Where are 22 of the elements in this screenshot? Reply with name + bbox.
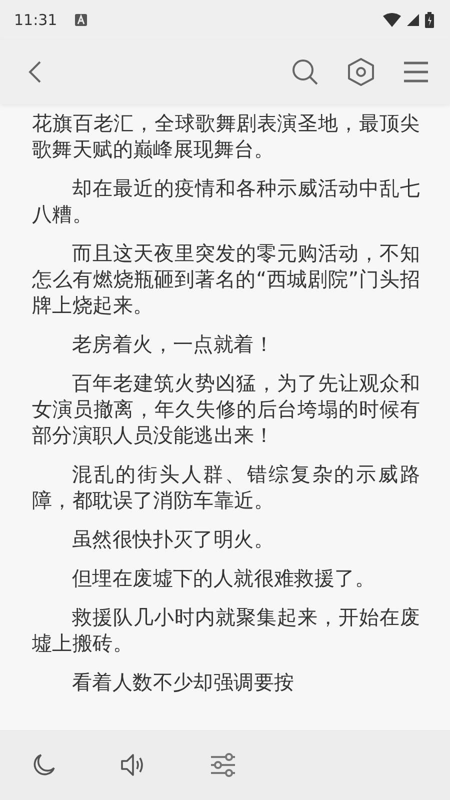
paragraph: 虽然很快扑灭了明火。 [71, 526, 275, 552]
battery-icon [425, 12, 434, 28]
paragraph: 混乱的街头人群、错综复杂的示威路障，都耽误了消防车靠近。 [32, 461, 420, 513]
paragraph: 却在最近的疫情和各种示威活动中乱七八糟。 [32, 175, 420, 227]
paragraph: 老房着火，一点就着！ [71, 331, 275, 357]
status-time: 11:31 [14, 11, 58, 29]
paragraph: 而且这天夜里突发的零元购活动，不知怎么有燃烧瓶砸到著名的“西城剧院”门头招牌上烧起来。 [32, 240, 420, 318]
paragraph: 看着人数不少却强调要按 [71, 669, 296, 695]
sliders-icon[interactable] [210, 752, 236, 778]
wifi-icon [383, 13, 401, 27]
signal-icon [407, 14, 419, 26]
notification-icon [75, 14, 88, 26]
back-icon[interactable] [28, 60, 42, 84]
settings-icon[interactable] [348, 58, 374, 86]
paragraph: 花旗百老汇，全球歌舞剧表演圣地，最顶尖歌舞天赋的巅峰展现舞台。 [32, 110, 420, 162]
menu-icon[interactable] [404, 61, 428, 83]
paragraph: 救援队几小时内就聚集起来，开始在废墟上搬砖。 [32, 604, 420, 656]
paragraph: 但埋在废墟下的人就很难救援了。 [71, 565, 376, 591]
speaker-icon[interactable] [120, 752, 146, 778]
paragraph: 百年老建筑火势凶猛，为了先让观众和女演员撤离，年久失修的后台垮塌的时候有部分演职人员没能逃出来！ [32, 370, 420, 448]
moon-icon[interactable] [32, 753, 56, 777]
search-icon[interactable] [292, 59, 318, 85]
